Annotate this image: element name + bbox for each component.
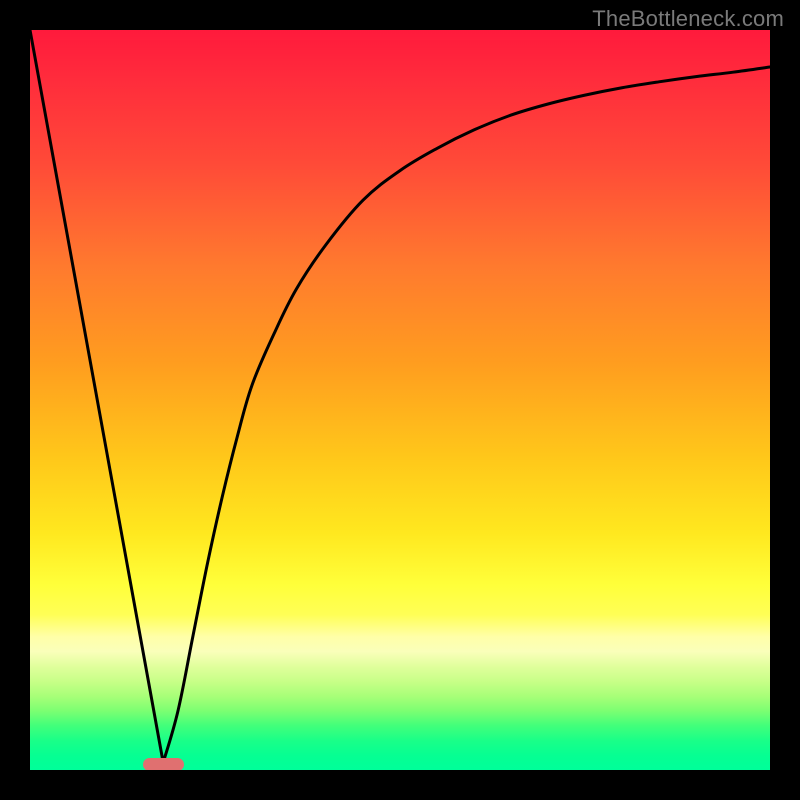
plot-area	[30, 30, 770, 770]
bottleneck-curve	[30, 30, 770, 763]
watermark-text: TheBottleneck.com	[592, 6, 784, 32]
chart-frame: TheBottleneck.com	[0, 0, 800, 800]
optimum-marker	[143, 758, 184, 770]
curve-layer	[30, 30, 770, 770]
